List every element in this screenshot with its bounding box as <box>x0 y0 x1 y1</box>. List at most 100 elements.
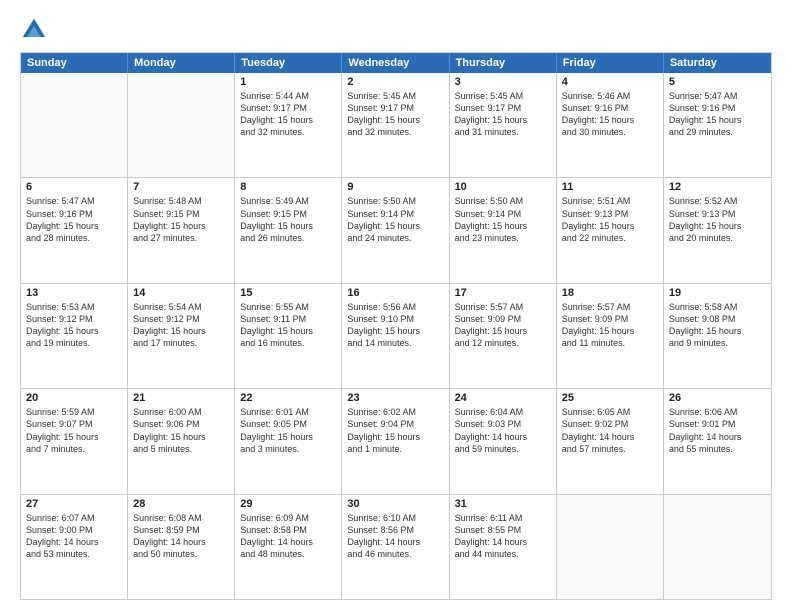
cell-line: Daylight: 14 hours <box>455 536 551 548</box>
cell-line: Daylight: 15 hours <box>240 114 336 126</box>
day-number: 23 <box>347 392 443 404</box>
day-number: 12 <box>669 181 766 193</box>
cell-line: Sunrise: 5:45 AM <box>455 90 551 102</box>
calendar-row: 27Sunrise: 6:07 AMSunset: 9:00 PMDayligh… <box>21 494 771 599</box>
cell-line: Daylight: 15 hours <box>26 220 122 232</box>
calendar-cell: 14Sunrise: 5:54 AMSunset: 9:12 PMDayligh… <box>128 284 235 388</box>
calendar-body: 1Sunrise: 5:44 AMSunset: 9:17 PMDaylight… <box>21 73 771 599</box>
cell-line: Sunrise: 5:59 AM <box>26 406 122 418</box>
day-number: 6 <box>26 181 122 193</box>
cell-line: Daylight: 15 hours <box>26 431 122 443</box>
cell-line: Daylight: 14 hours <box>455 431 551 443</box>
cell-line: and 55 minutes. <box>669 443 766 455</box>
day-number: 28 <box>133 498 229 510</box>
cell-line: and 16 minutes. <box>240 337 336 349</box>
day-number: 21 <box>133 392 229 404</box>
calendar-cell: 6Sunrise: 5:47 AMSunset: 9:16 PMDaylight… <box>21 178 128 282</box>
cell-line: Sunset: 9:04 PM <box>347 418 443 430</box>
cell-line: Daylight: 14 hours <box>562 431 658 443</box>
day-number: 4 <box>562 76 658 88</box>
cell-line: and 5 minutes. <box>133 443 229 455</box>
page: SundayMondayTuesdayWednesdayThursdayFrid… <box>0 0 792 612</box>
cell-line: Sunset: 9:15 PM <box>133 208 229 220</box>
cell-line: Sunrise: 6:00 AM <box>133 406 229 418</box>
weekday-header: Sunday <box>21 53 128 73</box>
cell-line: Daylight: 15 hours <box>347 114 443 126</box>
weekday-header: Monday <box>128 53 235 73</box>
cell-line: Sunrise: 5:44 AM <box>240 90 336 102</box>
cell-line: Daylight: 15 hours <box>347 220 443 232</box>
cell-line: and 14 minutes. <box>347 337 443 349</box>
calendar: SundayMondayTuesdayWednesdayThursdayFrid… <box>20 52 772 600</box>
calendar-cell: 23 Sunrise: 6:02 AMSunset: 9:04 PMDayligh… <box>342 389 449 493</box>
calendar-cell: 31Sunrise: 6:11 AMSunset: 8:55 PMDayligh… <box>450 495 557 599</box>
calendar-cell: 4Sunrise: 5:46 AMSunset: 9:16 PMDaylight… <box>557 73 664 177</box>
header <box>20 16 772 44</box>
calendar-cell: 19 Sunrise: 5:58 AMSunset: 9:08 PMDayligh… <box>664 284 771 388</box>
calendar-cell: 9Sunrise: 5:50 AMSunset: 9:14 PMDaylight… <box>342 178 449 282</box>
calendar-cell: 25Sunrise: 6:05 AMSunset: 9:02 PMDayligh… <box>557 389 664 493</box>
cell-line: and 9 minutes. <box>669 337 766 349</box>
calendar-cell: 10Sunrise: 5:50 AMSunset: 9:14 PMDayligh… <box>450 178 557 282</box>
calendar-cell: 22Sunrise: 6:01 AMSunset: 9:05 PMDayligh… <box>235 389 342 493</box>
cell-line: and 29 minutes. <box>669 126 766 138</box>
cell-line: and 22 minutes. <box>562 232 658 244</box>
cell-line: Sunset: 9:08 PM <box>669 313 766 325</box>
cell-line: Sunrise: 5:50 AM <box>455 195 551 207</box>
cell-line: Sunset: 8:58 PM <box>240 524 336 536</box>
calendar-cell: 1Sunrise: 5:44 AMSunset: 9:17 PMDaylight… <box>235 73 342 177</box>
cell-line: Sunset: 9:14 PM <box>347 208 443 220</box>
day-number: 11 <box>562 181 658 193</box>
cell-line: Sunrise: 5:45 AM <box>347 90 443 102</box>
cell-line: Sunrise: 5:47 AM <box>669 90 766 102</box>
cell-line: Daylight: 15 hours <box>240 431 336 443</box>
weekday-header: Tuesday <box>235 53 342 73</box>
cell-line: Sunrise: 6:07 AM <box>26 512 122 524</box>
cell-line: Sunrise: 5:51 AM <box>562 195 658 207</box>
cell-line: Sunset: 9:09 PM <box>562 313 658 325</box>
cell-line: Sunrise: 5:57 AM <box>562 301 658 313</box>
weekday-header: Friday <box>557 53 664 73</box>
cell-line: and 32 minutes. <box>347 126 443 138</box>
cell-line: and 23 minutes. <box>455 232 551 244</box>
cell-line: and 27 minutes. <box>133 232 229 244</box>
cell-line: and 28 minutes. <box>26 232 122 244</box>
calendar-cell: 7Sunrise: 5:48 AMSunset: 9:15 PMDaylight… <box>128 178 235 282</box>
day-number: 20 <box>26 392 122 404</box>
cell-line: Daylight: 15 hours <box>562 220 658 232</box>
calendar-cell: 24Sunrise: 6:04 AMSunset: 9:03 PMDayligh… <box>450 389 557 493</box>
cell-line: Sunset: 9:13 PM <box>562 208 658 220</box>
calendar-cell: 17Sunrise: 5:57 AMSunset: 9:09 PMDayligh… <box>450 284 557 388</box>
cell-line: Sunrise: 6:10 AM <box>347 512 443 524</box>
calendar-cell: 30Sunrise: 6:10 AMSunset: 8:56 PMDayligh… <box>342 495 449 599</box>
cell-line: Sunset: 9:16 PM <box>669 102 766 114</box>
calendar-cell: 16Sunrise: 5:56 AMSunset: 9:10 PMDayligh… <box>342 284 449 388</box>
cell-line: Sunset: 9:14 PM <box>455 208 551 220</box>
calendar-cell: 3Sunrise: 5:45 AMSunset: 9:17 PMDaylight… <box>450 73 557 177</box>
cell-line: Daylight: 14 hours <box>240 536 336 548</box>
cell-line: Daylight: 14 hours <box>347 536 443 548</box>
day-number: 19 <box>669 287 766 299</box>
cell-line: Daylight: 14 hours <box>133 536 229 548</box>
calendar-cell <box>128 73 235 177</box>
cell-line: and 1 minute. <box>347 443 443 455</box>
cell-line: Daylight: 15 hours <box>669 220 766 232</box>
cell-line: Daylight: 15 hours <box>669 325 766 337</box>
day-number: 3 <box>455 76 551 88</box>
cell-line: and 7 minutes. <box>26 443 122 455</box>
calendar-cell: 28Sunrise: 6:08 AMSunset: 8:59 PMDayligh… <box>128 495 235 599</box>
cell-line: Sunset: 9:03 PM <box>455 418 551 430</box>
cell-line: and 11 minutes. <box>562 337 658 349</box>
cell-line: Sunset: 9:17 PM <box>455 102 551 114</box>
calendar-row: 6Sunrise: 5:47 AMSunset: 9:16 PMDaylight… <box>21 177 771 282</box>
cell-line: Daylight: 15 hours <box>133 325 229 337</box>
calendar-cell <box>664 495 771 599</box>
cell-line: Sunset: 9:07 PM <box>26 418 122 430</box>
cell-line: Sunrise: 6:09 AM <box>240 512 336 524</box>
cell-line: Sunrise: 6:02 AM <box>347 406 443 418</box>
calendar-cell: 21Sunrise: 6:00 AMSunset: 9:06 PMDayligh… <box>128 389 235 493</box>
cell-line: Sunset: 8:55 PM <box>455 524 551 536</box>
cell-line: Daylight: 15 hours <box>347 431 443 443</box>
cell-line: Sunrise: 5:52 AM <box>669 195 766 207</box>
cell-line: Sunrise: 5:58 AM <box>669 301 766 313</box>
